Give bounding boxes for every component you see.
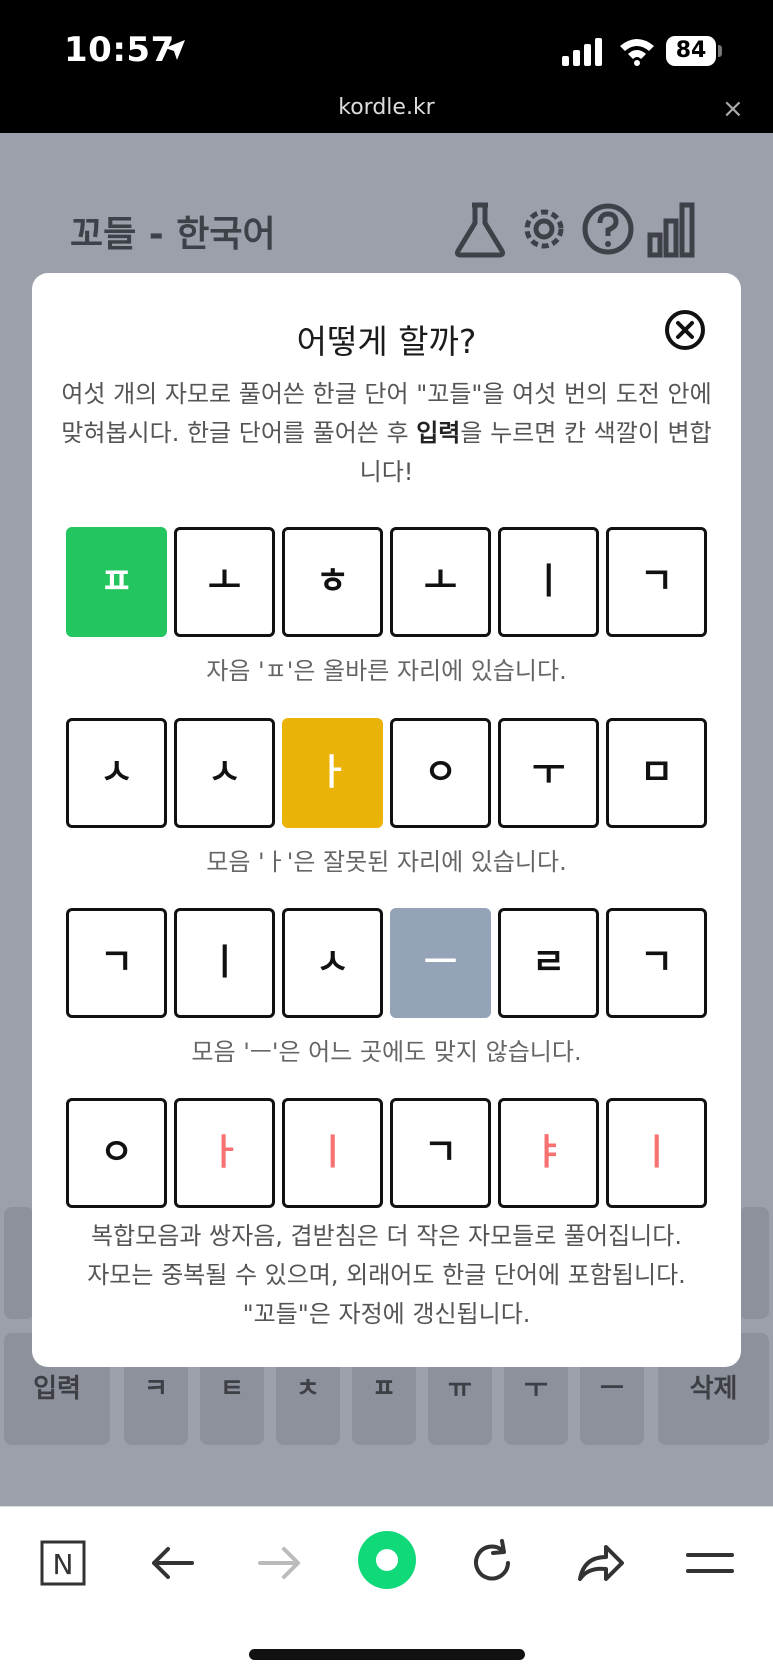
close-icon[interactable] xyxy=(664,309,706,351)
location-arrow-icon xyxy=(165,40,185,60)
example-tile: ㅗ xyxy=(174,527,275,637)
url-text[interactable]: kordle.kr xyxy=(0,95,773,120)
example-tile: ㅎ xyxy=(282,527,383,637)
modal-title: 어떻게 할까? xyxy=(296,322,477,361)
flask-icon[interactable] xyxy=(452,199,508,259)
example-caption-2: 모음 'ㅏ'은 잘못된 자리에 있습니다. xyxy=(206,848,567,876)
rules-line-3: "꼬들"은 자정에 갱신됩니다. xyxy=(242,1300,531,1328)
example-tile: ㅣ xyxy=(282,1098,383,1208)
refresh-icon[interactable] xyxy=(462,1533,522,1593)
forward-arrow-icon[interactable] xyxy=(250,1533,310,1593)
example-tile: ㅅ xyxy=(174,718,275,828)
browser-toolbar: N xyxy=(0,1506,773,1674)
example-tile: ㅣ xyxy=(174,908,275,1018)
page-title: 꼬들 - 한국어 xyxy=(70,214,276,255)
naver-n-icon[interactable]: N xyxy=(33,1533,93,1593)
example-tile: ㅅ xyxy=(66,718,167,828)
rules-note: 복합모음과 쌍자음, 겹받침은 더 작은 자모들로 풀어집니다. 자모는 중복될… xyxy=(42,1217,731,1334)
example-tile: ㄹ xyxy=(498,908,599,1018)
gear-icon[interactable] xyxy=(516,199,572,259)
example-tile: ㅅ xyxy=(282,908,383,1018)
share-icon[interactable] xyxy=(570,1533,630,1593)
example-tile: ㄱ xyxy=(606,908,707,1018)
green-dot-icon[interactable] xyxy=(356,1529,418,1591)
example-tile: ㅣ xyxy=(606,1098,707,1208)
signal-icon xyxy=(562,38,602,66)
header-icons xyxy=(452,199,702,263)
example-caption-3: 모음 'ㅡ'은 어느 곳에도 맞지 않습니다. xyxy=(191,1038,582,1066)
battery-level: 84 xyxy=(666,36,716,66)
example-tile: ㅗ xyxy=(390,527,491,637)
intro-text: 여섯 개의 자모로 풀어쓴 한글 단어 "꼬들"을 여섯 번의 도전 안에 맞혀… xyxy=(54,375,719,492)
example-tile: ㅑ xyxy=(498,1098,599,1208)
example-tile: ㅇ xyxy=(390,718,491,828)
keyboard-key[interactable] xyxy=(4,1207,34,1319)
help-icon[interactable] xyxy=(580,199,636,259)
intro-bold: 입력 xyxy=(416,419,461,447)
home-indicator xyxy=(249,1649,525,1660)
example-tile: ㅁ xyxy=(606,718,707,828)
wifi-icon xyxy=(620,39,654,66)
example-tile: ㅇ xyxy=(66,1098,167,1208)
example-tile: ㅡ xyxy=(390,908,491,1018)
close-icon[interactable]: × xyxy=(722,94,744,124)
example-row-1: ㅍ ㅗ ㅎ ㅗ ㅣ ㄱ xyxy=(66,527,707,637)
battery-nub xyxy=(718,45,722,57)
status-time: 10:57 xyxy=(64,30,175,70)
example-tile: ㄱ xyxy=(390,1098,491,1208)
example-row-3: ㄱ ㅣ ㅅ ㅡ ㄹ ㄱ xyxy=(66,908,707,1018)
example-tile: ㅍ xyxy=(66,527,167,637)
example-tile: ㄱ xyxy=(606,527,707,637)
example-row-4: ㅇ ㅏ ㅣ ㄱ ㅑ ㅣ xyxy=(66,1098,707,1208)
example-tile: ㅜ xyxy=(498,718,599,828)
example-tile: ㅣ xyxy=(498,527,599,637)
naver-n-label: N xyxy=(53,1548,74,1581)
example-tile: ㄱ xyxy=(66,908,167,1018)
help-modal: 어떻게 할까? 여섯 개의 자모로 풀어쓴 한글 단어 "꼬들"을 여섯 번의 … xyxy=(32,273,741,1367)
stats-icon[interactable] xyxy=(644,199,700,259)
keyboard-key[interactable] xyxy=(739,1207,769,1319)
rules-line-2: 자모는 중복될 수 있으며, 외래어도 한글 단어에 포함됩니다. xyxy=(87,1261,686,1289)
rules-line-1: 복합모음과 쌍자음, 겹받침은 더 작은 자모들로 풀어집니다. xyxy=(91,1222,682,1250)
back-arrow-icon[interactable] xyxy=(142,1533,202,1593)
example-tile: ㅏ xyxy=(282,718,383,828)
example-tile: ㅏ xyxy=(174,1098,275,1208)
example-caption-1: 자음 'ㅍ'은 올바른 자리에 있습니다. xyxy=(206,657,567,685)
menu-icon[interactable] xyxy=(680,1533,740,1593)
example-row-2: ㅅ ㅅ ㅏ ㅇ ㅜ ㅁ xyxy=(66,718,707,828)
status-bar: 10:57 84 kordle.kr × xyxy=(0,0,773,133)
